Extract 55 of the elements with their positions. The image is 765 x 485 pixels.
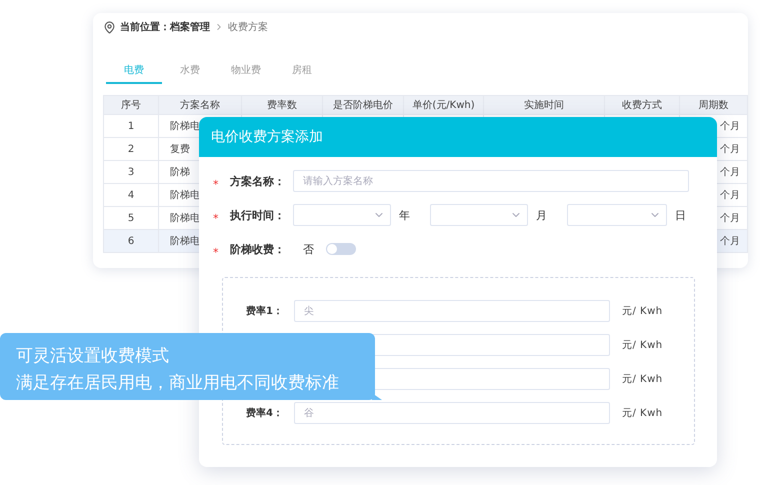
column-header: 收费方式	[622, 98, 662, 112]
table-cell: 5	[128, 212, 134, 224]
table-cell-text: 个月	[720, 120, 740, 133]
column-header: 方案名称	[180, 98, 220, 112]
date-unit: 日	[675, 208, 686, 222]
tab[interactable]: 物业费	[218, 57, 274, 84]
column-header: 费率数	[267, 98, 297, 112]
date-unit: 年	[399, 208, 410, 222]
required-mark: *	[213, 210, 218, 224]
breadcrumb-current: 收费方案	[228, 20, 268, 34]
dialog-title: 电价收费方案添加	[199, 117, 717, 157]
select-field[interactable]	[567, 204, 667, 226]
rate-label: 费率4：	[246, 406, 284, 420]
field-label: 执行时间：	[230, 208, 286, 222]
select-field[interactable]	[430, 204, 528, 226]
required-mark: *	[213, 244, 218, 258]
table-cell-text: 个月	[720, 166, 740, 179]
column-header: 是否阶梯电价	[333, 98, 393, 112]
table-cell: 2	[128, 144, 134, 154]
tab[interactable]: 房租	[274, 57, 330, 84]
tab[interactable]: 电费	[106, 57, 162, 84]
toggle-switch[interactable]	[326, 243, 356, 255]
table-cell: 1	[128, 120, 134, 132]
rate-input[interactable]: 尖	[294, 300, 610, 322]
unit-label: 元/ Kwh	[622, 407, 663, 420]
table-cell-text: 个月	[720, 143, 740, 156]
table-cell-text: 个月	[720, 235, 740, 248]
callout-text: 可灵活设置收费模式	[16, 345, 170, 367]
table-cell-text: 个月	[720, 189, 740, 202]
unit-label: 元/ Kwh	[622, 339, 663, 352]
column-header: 实施时间	[524, 98, 564, 112]
table-cell-text: 阶梯	[170, 166, 190, 179]
table-cell: 3	[128, 166, 134, 178]
input-field[interactable]: 请输入方案名称	[293, 170, 689, 192]
breadcrumb-label: 当前位置：档案管理	[120, 20, 210, 34]
column-header: 周期数	[698, 98, 728, 112]
table-cell-text: 复费	[170, 142, 190, 156]
toggle-value: 否	[303, 242, 314, 256]
rate-input[interactable]: 谷	[294, 402, 610, 424]
required-mark: *	[213, 176, 218, 190]
rate-label: 费率1：	[246, 304, 284, 318]
field-label: 方案名称：	[230, 174, 286, 188]
select-field[interactable]	[293, 204, 391, 226]
table-cell: 4	[128, 190, 134, 200]
field-label: 阶梯收费：	[230, 242, 286, 256]
table-cell-text: 个月	[720, 212, 740, 225]
unit-label: 元/ Kwh	[622, 373, 663, 386]
date-unit: 月	[536, 208, 547, 222]
location-pin-icon	[103, 20, 116, 34]
unit-label: 元/ Kwh	[622, 305, 663, 318]
column-header: 序号	[121, 98, 141, 112]
callout-text: 满足存在居民用电，商业用电不同收费标准	[16, 372, 340, 394]
table-cell: 6	[128, 236, 134, 246]
column-header: 单价(元/Kwh)	[412, 98, 475, 112]
tab[interactable]: 水费	[162, 57, 218, 84]
